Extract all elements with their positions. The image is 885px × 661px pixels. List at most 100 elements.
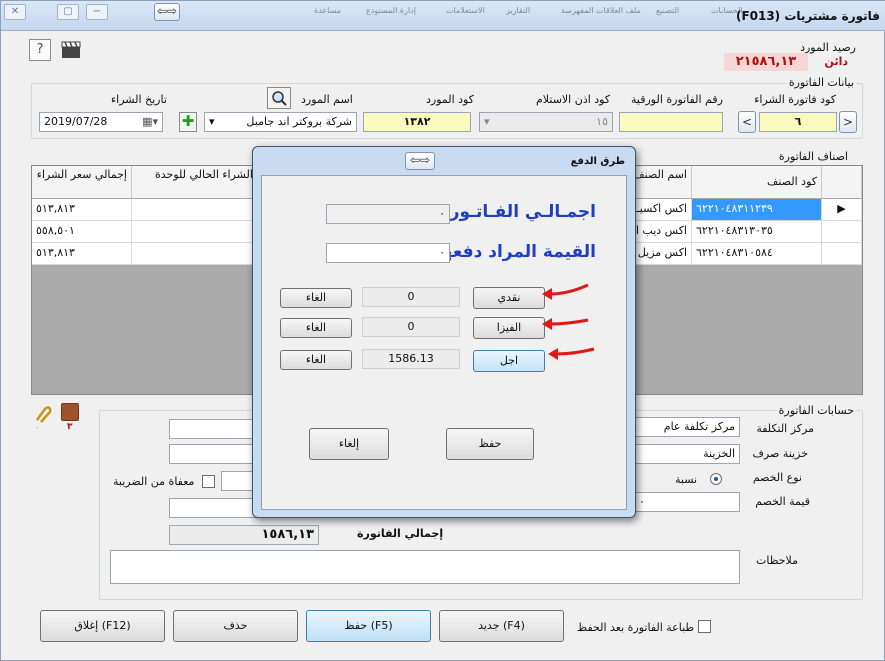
payment-methods-dialog: طرق الدفع ⇦⇨ اجمـالـي الفـاتـورة ٠ القيم… [252, 146, 636, 518]
menu-item-queries[interactable]: الاستعلامات [446, 6, 485, 15]
items-group-label: اصناف الفاتورة [778, 150, 848, 163]
supplier-balance-label: رصيد المورد [800, 41, 856, 54]
table-row-1-code[interactable]: ٦٢٢١٠٤٨٣١١٢٣٩ [692, 199, 822, 221]
purchase-invoice-code-field[interactable]: ٦ [759, 112, 837, 132]
calendar-icon[interactable]: ▦▾ [142, 113, 158, 131]
supplier-name-select[interactable]: ▾ شركة بروكتر اند جامبل [204, 112, 357, 132]
nav-arrows-icon: ⇦⇨ [156, 4, 178, 18]
row-header-corner [822, 166, 862, 199]
table-row-3-code[interactable]: ٦٢٢١٠٤٨٣١٠٥٨٤ [692, 243, 822, 265]
close-window-button[interactable]: ✕ [4, 4, 26, 20]
menu-item-relations[interactable]: ملف العلاقات المفهرسة [561, 6, 641, 15]
paper-invoice-number-label: رقم الفاتورة الورقية [631, 93, 723, 106]
account-field-2[interactable] [169, 444, 259, 464]
table-row-2-code[interactable]: ٦٢٢١٠٤٨٣١٣٠٣٥ [692, 221, 822, 243]
discount-type-label: نوع الخصم [752, 471, 802, 484]
purchase-date-picker[interactable]: 2019/07/28 ▦▾ [39, 112, 163, 132]
help-icon[interactable]: ? [29, 39, 51, 61]
visa-cancel-button[interactable]: الغاء [280, 318, 352, 338]
supplier-code-label: كود المورد [426, 93, 474, 106]
row-header-2[interactable] [822, 221, 862, 243]
save-invoice-button[interactable]: حفظ (F5) [306, 610, 431, 642]
previous-invoice-button[interactable]: < [738, 111, 756, 133]
dialog-invoice-total-label: اجمـالـي الفـاتـورة [439, 202, 596, 222]
archive-icon[interactable] [61, 403, 79, 421]
clapperboard-icon[interactable] [61, 41, 81, 59]
supplier-code-field[interactable]: ١٣٨٢ [363, 112, 471, 132]
chevron-down-icon: ▾ [209, 115, 215, 128]
dialog-cancel-button[interactable]: إلغاء [309, 428, 389, 460]
payment-dialog-body: اجمـالـي الفـاتـورة ٠ القيمة المراد دفعه… [261, 175, 627, 510]
menu-item-reports[interactable]: التقارير [506, 6, 530, 15]
search-supplier-button[interactable] [267, 87, 291, 109]
deferred-amount-field: 1586.13 [362, 349, 460, 369]
purchase-date-label: تاريخ الشراء [111, 93, 167, 106]
supplier-name-value: شركة بروكتر اند جامبل [246, 115, 352, 128]
table-row-2-total[interactable]: ٥٥٨,٥٠١ [32, 221, 132, 243]
visa-payment-button[interactable]: الفيزا [473, 317, 545, 339]
nav-arrows-icon: ⇦⇨ [409, 153, 431, 167]
row-header-3[interactable] [822, 243, 862, 265]
supplier-name-label: اسم المورد [301, 93, 353, 106]
invoice-total-label: إجمالي الفاتورة [357, 527, 444, 540]
dialog-save-button[interactable]: حفظ [446, 428, 534, 460]
cash-payment-button[interactable]: نقدي [473, 287, 545, 309]
supplier-balance-amount: ٢١٥٨٦,١٣ [724, 53, 808, 71]
deferred-cancel-button[interactable]: الغاء [280, 350, 352, 370]
accounts-group-label: حسابات الفاتورة [776, 404, 856, 417]
supplier-balance-status: دائن [824, 55, 848, 68]
discount-value-field[interactable]: ٠ [634, 492, 740, 512]
account-field-1[interactable] [169, 419, 259, 439]
next-invoice-button[interactable]: > [839, 111, 857, 133]
receipt-voucher-code-label: كود اذن الاستلام [536, 93, 611, 106]
notes-textarea[interactable] [110, 550, 740, 584]
deferred-payment-button[interactable]: اجل [473, 350, 545, 372]
table-row-3-total[interactable]: ٥١٣,٨١٣ [32, 243, 132, 265]
paper-invoice-number-field[interactable] [619, 112, 723, 132]
amount-to-pay-field[interactable]: ٠ [326, 243, 450, 263]
column-header-total[interactable]: إجمالي سعر الشراء [32, 166, 132, 199]
purchase-date-value: 2019/07/28 [44, 115, 108, 128]
red-arrow-icon [542, 283, 589, 300]
menu-item-warehouse[interactable]: إدارة المستودع [366, 6, 416, 15]
nav-arrows-button[interactable]: ⇦⇨ [154, 3, 180, 21]
receipt-voucher-code-value: ١٥ [596, 115, 608, 128]
cost-center-label: مركز التكلفة [756, 422, 814, 435]
attachment-count: ٠ [35, 423, 40, 433]
chevron-down-icon: ▾ [484, 115, 490, 128]
tax-exempt-label: معفاة من الضريبة [113, 475, 195, 488]
table-row-1-total[interactable]: ٥١٣,٨١٣ [32, 199, 132, 221]
cash-amount-field: 0 [362, 287, 460, 307]
tax-exempt-checkbox[interactable] [202, 475, 215, 488]
cost-center-field[interactable]: مركز تكلفة عام [634, 417, 740, 437]
delete-invoice-button[interactable]: حذف [173, 610, 298, 642]
receipt-voucher-code-select[interactable]: ▾ ١٥ [479, 112, 613, 132]
plus-icon: ✚ [181, 112, 195, 130]
print-after-save-checkbox[interactable] [698, 620, 711, 633]
new-invoice-button[interactable]: جديد (F4) [439, 610, 564, 642]
search-icon [272, 91, 287, 106]
treasury-label: خزينة صرف [752, 447, 808, 460]
close-invoice-button[interactable]: إغلاق (F12) [40, 610, 165, 642]
discount-value-label: قيمة الخصم [755, 495, 810, 508]
notes-label: ملاحظات [756, 554, 798, 567]
purchase-invoice-code-label: كود فاتورة الشراء [754, 93, 836, 106]
payment-dialog-title: طرق الدفع [570, 156, 625, 167]
account-field-3[interactable] [169, 498, 259, 518]
discount-type-percent-radio[interactable] [710, 473, 722, 485]
maximize-window-button[interactable]: ▢ [57, 4, 79, 20]
minimize-window-button[interactable]: − [86, 4, 108, 20]
current-row-indicator-icon: ▶ [822, 199, 862, 221]
invoice-total-field: ١٥٨٦,١٣ [169, 525, 319, 545]
discount-type-percent-label: نسبة [675, 473, 698, 486]
cash-cancel-button[interactable]: الغاء [280, 288, 352, 308]
menu-item-manufacturing[interactable]: التصنيع [656, 6, 679, 15]
dialog-nav-arrows-button[interactable]: ⇦⇨ [405, 152, 435, 170]
invoice-info-group-label: بيانات الفاتورة [786, 76, 856, 89]
purchase-invoice-window: ✕ ▢ − ⇦⇨ الحسابات التصنيع ملف العلاقات ا… [0, 0, 885, 661]
amount-to-pay-label: القيمة المراد دفعها [435, 242, 596, 262]
menu-item-help[interactable]: مساعدة [314, 6, 341, 15]
add-supplier-button[interactable]: ✚ [179, 112, 197, 132]
column-header-item-code[interactable]: كود الصنف [692, 166, 822, 199]
treasury-field[interactable]: الخزينة [634, 444, 740, 464]
